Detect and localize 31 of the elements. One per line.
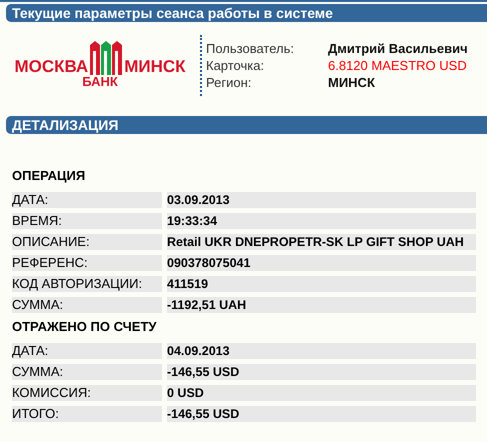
table-cell: ОПИСАНИЕ: [12, 234, 162, 250]
field-value: 6.8120 MAESTRO USD [328, 58, 468, 72]
field-value: Дмитрий Васильевич [328, 40, 468, 56]
table-cell: ДАТА: [12, 343, 162, 359]
table-cell: ИТОГО: [12, 406, 162, 422]
table-cell: РЕФЕРЕНС: [12, 255, 162, 271]
table-cell: КОД АВТОРИЗАЦИИ: [12, 276, 162, 292]
table-cell: 090378075041 [167, 255, 476, 271]
field-label: Карточка: [206, 58, 266, 72]
table-cell: 411519 [167, 276, 476, 292]
field-label: Регион: [206, 74, 252, 90]
table-cell: 19:33:34 [167, 213, 476, 229]
field-label: Пользователь: [206, 40, 295, 56]
table-cell: -1192,51 UAH [167, 297, 476, 313]
table-cell: ДАТА: [12, 192, 162, 208]
table-cell: 03.09.2013 [167, 192, 476, 208]
bank-logo-drawing: МОСКВА МИНСК БАНК [14, 41, 186, 89]
table-cell: 0 USD [167, 385, 476, 401]
section-header: ДЕТАЛИЗАЦИЯ [6, 116, 487, 134]
table-cell: СУММА: [12, 364, 162, 380]
section-header: Текущие параметры сеанса работы в системе [6, 4, 487, 22]
field-value: МИНСК [328, 74, 376, 90]
table-cell: 04.09.2013 [167, 343, 476, 359]
section-title: ОПЕРАЦИЯ [12, 168, 86, 184]
table-cell: Retail UKR DNEPROPETR-SK LP GIFT SHOP UAH [167, 234, 476, 250]
table-cell: -146,55 USD [167, 406, 476, 422]
table-cell: -146,55 USD [167, 364, 476, 380]
table-cell: СУММА: [12, 297, 162, 313]
section-title: ОТРАЖЕНО ПО СЧЕТУ [12, 319, 158, 335]
table-cell: КОМИССИЯ: [12, 385, 162, 401]
table-cell: ВРЕМЯ: [12, 213, 162, 229]
